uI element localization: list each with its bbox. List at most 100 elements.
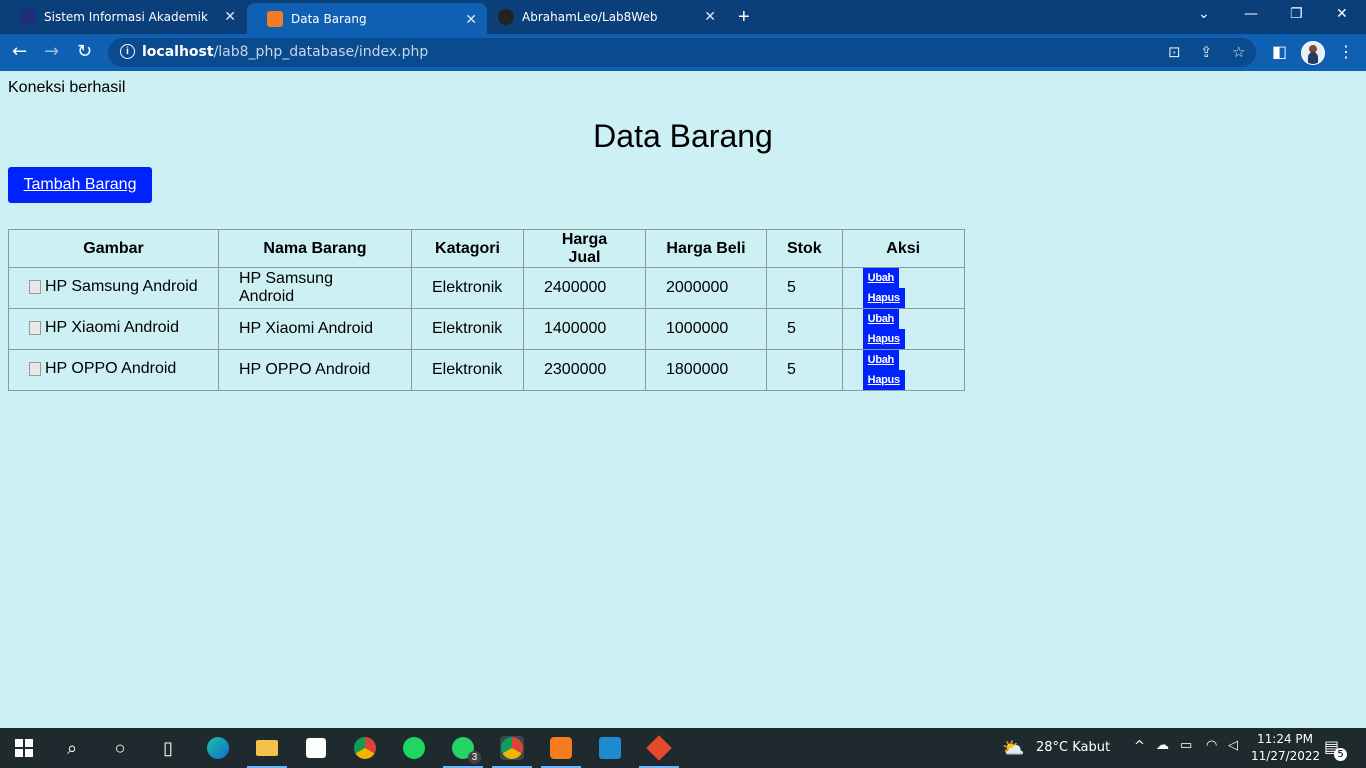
- broken-image-icon: [29, 361, 41, 376]
- close-window-icon[interactable]: ✕: [1336, 6, 1348, 22]
- volume-icon[interactable]: ◁: [1228, 738, 1238, 753]
- menu-kebab-icon[interactable]: ⋮: [1338, 42, 1354, 62]
- weather-icon[interactable]: ⛅: [1002, 738, 1024, 759]
- spotify-icon[interactable]: [402, 736, 426, 760]
- tab-title: AbrahamLeo/Lab8Web: [522, 10, 658, 24]
- back-icon[interactable]: ←: [12, 42, 27, 62]
- tab-search-icon[interactable]: ⌄: [1198, 6, 1210, 22]
- edge-icon[interactable]: [206, 736, 230, 760]
- share-icon[interactable]: ⇪: [1200, 44, 1213, 60]
- file-explorer-icon[interactable]: [247, 736, 287, 768]
- connection-status: Koneksi berhasil: [8, 79, 126, 96]
- close-tab-icon[interactable]: ✕: [224, 9, 236, 25]
- notification-badge: 5: [1334, 748, 1347, 761]
- table-row: HP OPPO Android HP OPPO Android Elektron…: [8, 349, 965, 391]
- tab-github[interactable]: AbrahamLeo/Lab8Web ✕: [478, 0, 726, 34]
- delete-button[interactable]: Hapus: [862, 288, 905, 308]
- cell-harga-beli: 1000000: [645, 308, 767, 350]
- cell-kategori: Elektronik: [411, 349, 524, 391]
- show-hidden-icons-icon[interactable]: ^: [1134, 739, 1145, 754]
- delete-button[interactable]: Hapus: [862, 329, 905, 349]
- cell-aksi: UbahHapus: [841, 308, 965, 350]
- tab-title: Sistem Informasi Akademik: [44, 10, 208, 24]
- search-icon[interactable]: ⌕: [60, 736, 84, 760]
- task-view-icon[interactable]: ▯: [156, 736, 180, 760]
- add-item-button[interactable]: Tambah Barang: [8, 167, 152, 203]
- image-alt-text: HP Xiaomi Android: [45, 318, 179, 336]
- reload-icon[interactable]: ↻: [77, 42, 92, 62]
- edit-button[interactable]: Ubah: [862, 350, 899, 370]
- url-host: localhost: [142, 44, 214, 60]
- chrome-icon[interactable]: [353, 736, 377, 760]
- cell-gambar: HP Samsung Android: [8, 267, 219, 309]
- url-text[interactable]: localhost/lab8_php_database/index.php: [142, 44, 428, 60]
- close-tab-icon[interactable]: ✕: [465, 12, 477, 28]
- table-header-row: Gambar Nama Barang Katagori Harga Jual H…: [8, 229, 965, 268]
- cell-harga-jual: 1400000: [523, 308, 646, 350]
- page-title: Data Barang: [593, 118, 773, 154]
- profile-avatar[interactable]: [1301, 41, 1325, 65]
- cell-harga-jual: 2400000: [523, 267, 646, 309]
- items-table: Gambar Nama Barang Katagori Harga Jual H…: [8, 229, 965, 391]
- address-bar[interactable]: i localhost/lab8_php_database/index.php …: [108, 38, 1256, 67]
- broken-image: HP Xiaomi Android: [29, 319, 179, 337]
- cell-harga-jual: 2300000: [523, 349, 646, 391]
- weather-text[interactable]: 28°C Kabut: [1036, 740, 1110, 755]
- new-tab-icon[interactable]: +: [738, 6, 750, 28]
- wifi-icon[interactable]: ◠: [1206, 738, 1217, 753]
- cell-harga-beli: 2000000: [645, 267, 767, 309]
- close-tab-icon[interactable]: ✕: [704, 9, 716, 25]
- forward-icon[interactable]: →: [44, 42, 59, 62]
- image-alt-text: HP OPPO Android: [45, 359, 177, 377]
- cell-aksi: UbahHapus: [841, 349, 965, 391]
- browser-toolbar: ← → ↻ i localhost/lab8_php_database/inde…: [0, 34, 1366, 71]
- edit-button[interactable]: Ubah: [862, 309, 899, 329]
- broken-image: HP OPPO Android: [29, 360, 176, 378]
- minimize-icon[interactable]: —: [1244, 6, 1258, 22]
- tab-data-barang[interactable]: Data Barang ✕: [247, 3, 487, 34]
- academic-favicon-icon: [20, 9, 36, 25]
- tab-sistem-informasi[interactable]: Sistem Informasi Akademik ✕: [0, 0, 246, 34]
- whatsapp-icon[interactable]: 3: [443, 736, 483, 768]
- chrome-profile-icon[interactable]: [492, 736, 532, 768]
- cell-nama: HP Xiaomi Android: [218, 308, 412, 350]
- site-info-icon[interactable]: i: [120, 44, 135, 59]
- translate-icon[interactable]: ⊡: [1168, 44, 1181, 60]
- vscode-icon[interactable]: [598, 736, 622, 760]
- store-icon[interactable]: [304, 736, 328, 760]
- cortana-icon[interactable]: ○: [108, 736, 132, 760]
- onedrive-icon[interactable]: ☁: [1156, 738, 1169, 753]
- git-icon[interactable]: [639, 735, 679, 768]
- cell-nama: HP Samsung Android: [218, 267, 412, 309]
- cell-nama: HP OPPO Android: [218, 349, 412, 391]
- cell-stok: 5: [766, 308, 843, 350]
- cell-harga-beli: 1800000: [645, 349, 767, 391]
- cell-kategori: Elektronik: [411, 308, 524, 350]
- broken-image-icon: [29, 279, 41, 294]
- windows-start-icon[interactable]: [12, 736, 36, 760]
- taskbar: ⌕ ○ ▯ 3 ⛅ 28°C Kabut ^ ☁ ▭ ◠ ◁ 11:24 PM …: [0, 728, 1366, 768]
- header-nama-barang: Nama Barang: [218, 229, 412, 268]
- side-panel-icon[interactable]: ◧: [1272, 42, 1287, 62]
- xampp-icon[interactable]: [541, 736, 581, 768]
- delete-button[interactable]: Hapus: [862, 370, 905, 390]
- header-gambar: Gambar: [8, 229, 219, 268]
- bookmark-star-icon[interactable]: ☆: [1232, 44, 1245, 60]
- cell-stok: 5: [766, 267, 843, 309]
- table-row: HP Samsung Android HP Samsung Android El…: [8, 267, 965, 309]
- battery-icon[interactable]: ▭: [1180, 738, 1192, 753]
- whatsapp-badge: 3: [468, 751, 481, 764]
- header-stok: Stok: [766, 229, 843, 268]
- image-alt-text: HP Samsung Android: [45, 277, 198, 295]
- cell-gambar: HP Xiaomi Android: [8, 308, 219, 350]
- broken-image: HP Samsung Android: [29, 278, 198, 296]
- restore-icon[interactable]: ❐: [1290, 6, 1303, 22]
- clock-date[interactable]: 11/27/2022: [1251, 749, 1320, 763]
- clock-time[interactable]: 11:24 PM: [1257, 732, 1313, 746]
- edit-button[interactable]: Ubah: [862, 268, 899, 288]
- header-harga-beli: Harga Beli: [645, 229, 767, 268]
- github-favicon-icon: [498, 9, 514, 25]
- header-aksi: Aksi: [841, 229, 965, 268]
- cell-stok: 5: [766, 349, 843, 391]
- broken-image-icon: [29, 320, 41, 335]
